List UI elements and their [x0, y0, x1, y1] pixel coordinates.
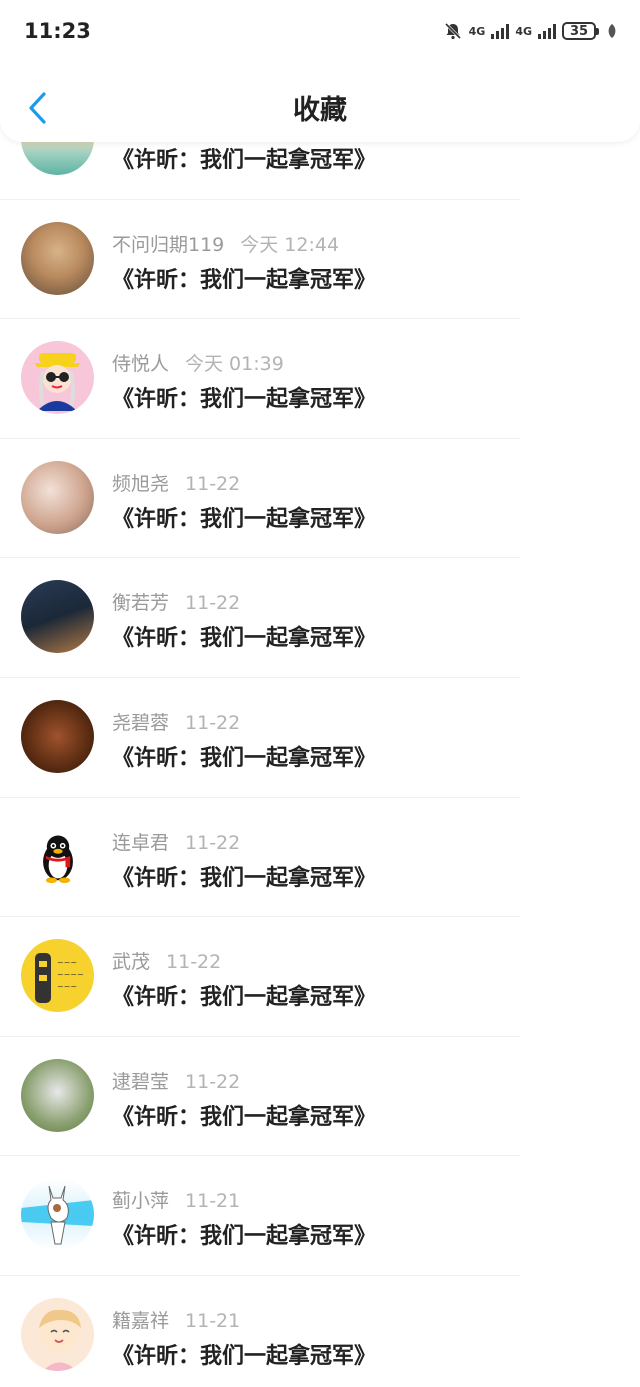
timestamp: 11-22: [185, 711, 241, 734]
svg-text:~~~~: ~~~~: [57, 970, 84, 979]
list-item[interactable]: 籍嘉祥 11-21 《许昕：我们一起拿冠军》: [0, 1276, 640, 1387]
username[interactable]: 籍嘉祥: [112, 1310, 169, 1332]
username[interactable]: 逮碧莹: [112, 1071, 169, 1093]
avatar[interactable]: [21, 341, 94, 415]
item-meta: 武茂 11-22: [112, 947, 221, 974]
mute-bell-icon: [444, 22, 461, 40]
item-meta: 不问归期119 今天 12:44: [112, 230, 339, 257]
item-meta: 逮碧莹 11-22: [112, 1067, 240, 1094]
status-icons: 4G 4G 35: [443, 21, 618, 41]
cartoon-boy-icon: [21, 1298, 94, 1371]
timestamp: 今天 12:44: [240, 233, 340, 256]
avatar[interactable]: ~~~ ~~~~ ~~~: [21, 939, 94, 1013]
item-meta: 蓟小萍 11-21: [112, 1186, 240, 1213]
item-title[interactable]: 《许昕：我们一起拿冠军》: [112, 142, 376, 174]
avatar[interactable]: [21, 1297, 94, 1371]
battery-icon: 35: [562, 22, 599, 40]
username[interactable]: 尧碧蓉: [112, 712, 169, 734]
username[interactable]: 频旭尧: [112, 473, 169, 495]
item-title[interactable]: 《许昕：我们一起拿冠军》: [112, 262, 376, 294]
signal-icon: [491, 23, 510, 39]
cartoon-girl-icon: [21, 341, 94, 414]
timestamp: 11-22: [185, 592, 241, 615]
avatar[interactable]: [21, 460, 94, 534]
svg-text:~~~: ~~~: [57, 958, 77, 967]
timestamp: 11-22: [185, 1070, 241, 1093]
avatar[interactable]: [21, 221, 94, 295]
avatar[interactable]: [21, 1178, 94, 1252]
list-item[interactable]: 衡若芳 11-22 《许昕：我们一起拿冠军》: [0, 558, 640, 678]
avatar[interactable]: [21, 699, 94, 773]
list-item[interactable]: 连卓君 11-22 《许昕：我们一起拿冠军》: [0, 798, 640, 918]
timestamp: 11-22: [166, 951, 222, 974]
item-meta: 连卓君 11-22: [112, 828, 240, 855]
page-title: 收藏: [293, 95, 347, 126]
item-meta: 衡若芳 11-22: [112, 588, 240, 615]
username[interactable]: 蓟小萍: [112, 1190, 169, 1212]
item-title[interactable]: 《许昕：我们一起拿冠军》: [112, 381, 376, 413]
anime-character-icon: [21, 1178, 94, 1251]
item-title[interactable]: 《许昕：我们一起拿冠军》: [112, 740, 376, 772]
username[interactable]: 武茂: [112, 951, 150, 973]
item-meta: 频旭尧 11-22: [112, 469, 240, 496]
username[interactable]: 衡若芳: [112, 592, 169, 614]
network-label-1: 4G: [468, 24, 486, 38]
svg-text:~~~: ~~~: [57, 982, 77, 991]
status-bar: 11:23 4G 4G 35: [24, 16, 618, 46]
item-title[interactable]: 《许昕：我们一起拿冠军》: [112, 979, 376, 1011]
list-item[interactable]: 不问归期119 今天 12:44 《许昕：我们一起拿冠军》: [0, 200, 640, 320]
list-item[interactable]: ~~~ ~~~~ ~~~ 武茂 11-22 《许昕：我们一起拿冠军》: [0, 917, 640, 1037]
item-meta: 侍悦人 今天 01:39: [112, 349, 284, 376]
avatar[interactable]: [21, 1058, 94, 1132]
username[interactable]: 连卓君: [112, 832, 169, 854]
item-title[interactable]: 《许昕：我们一起拿冠军》: [112, 860, 376, 892]
timestamp: 11-21: [185, 1309, 241, 1332]
qq-penguin-icon: [30, 828, 86, 884]
item-meta: 籍嘉祥 11-21: [112, 1306, 240, 1333]
signal-icon-2: [538, 23, 556, 39]
timestamp: 11-21: [185, 1190, 241, 1213]
battery-level: 35: [569, 23, 589, 39]
list-item[interactable]: 逮碧莹 11-22 《许昕：我们一起拿冠军》: [0, 1037, 640, 1157]
list-item[interactable]: 尧碧蓉 11-22 《许昕：我们一起拿冠军》: [0, 678, 640, 798]
username[interactable]: 侍悦人: [112, 353, 169, 375]
list-item[interactable]: 侍悦人 今天 01:39 《许昕：我们一起拿冠军》: [0, 319, 640, 439]
favorites-list: 《许昕：我们一起拿冠军》 不问归期119 今天 12:44 《许昕：我们一起拿冠军》侍…: [0, 102, 640, 1387]
status-time: 11:23: [24, 19, 91, 43]
item-title[interactable]: 《许昕：我们一起拿冠军》: [112, 620, 376, 652]
item-title[interactable]: 《许昕：我们一起拿冠军》: [112, 1338, 376, 1370]
top-header: 11:23 4G 4G 35 收藏: [0, 0, 640, 142]
timestamp: 今天 01:39: [185, 353, 284, 376]
username[interactable]: 不问归期119: [112, 234, 224, 256]
item-meta: 尧碧蓉 11-22: [112, 708, 240, 735]
cartoon-sticker-icon: ~~~ ~~~~ ~~~: [21, 939, 94, 1012]
leaf-icon: [608, 24, 616, 38]
list-item[interactable]: 蓟小萍 11-21 《许昕：我们一起拿冠军》: [0, 1156, 640, 1276]
list-item[interactable]: 频旭尧 11-22 《许昕：我们一起拿冠军》: [0, 439, 640, 559]
timestamp: 11-22: [185, 472, 241, 495]
item-title[interactable]: 《许昕：我们一起拿冠军》: [112, 1099, 376, 1131]
network-label-2: 4G: [515, 24, 532, 38]
avatar[interactable]: [21, 580, 94, 654]
item-title[interactable]: 《许昕：我们一起拿冠军》: [112, 501, 376, 533]
timestamp: 11-22: [185, 831, 241, 854]
avatar[interactable]: [21, 819, 94, 893]
item-title[interactable]: 《许昕：我们一起拿冠军》: [112, 1218, 376, 1250]
